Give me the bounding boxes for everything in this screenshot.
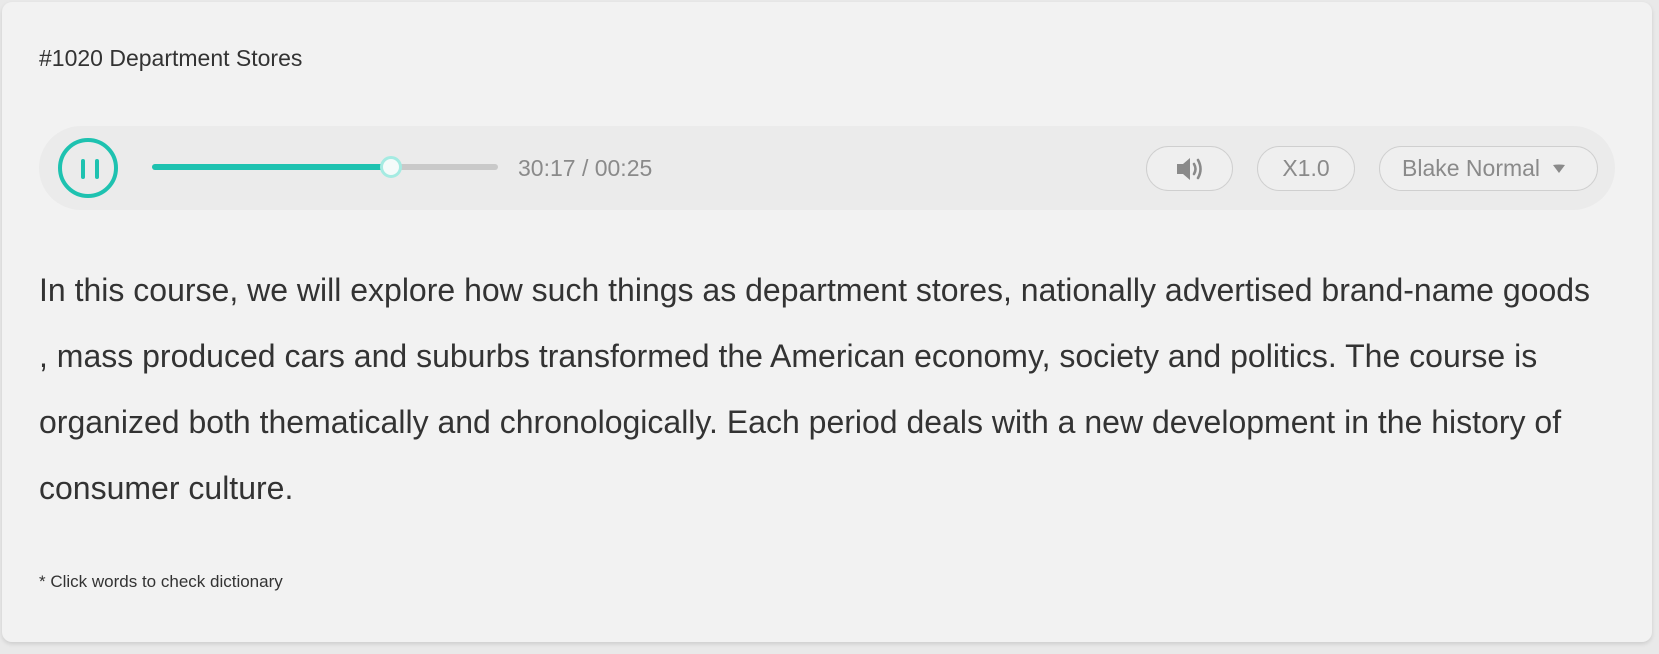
pause-icon (81, 159, 85, 179)
lesson-title: #1020 Department Stores (39, 45, 303, 71)
voice-select[interactable]: Blake Normal (1379, 146, 1598, 191)
voice-label: Blake Normal (1402, 155, 1541, 181)
speed-label: X1.0 (1282, 155, 1330, 181)
caret-down-icon (1553, 164, 1566, 173)
lesson-card: #1020 Department Stores 30:17 / 00:25 X1… (2, 2, 1652, 642)
transcript-line[interactable]: organized both thematically and chronolo… (39, 389, 1619, 455)
time-display: 30:17 / 00:25 (518, 155, 653, 181)
progress-slider[interactable] (152, 156, 498, 178)
transcript: In this course, we will explore how such… (39, 257, 1619, 521)
dictionary-hint: * Click words to check dictionary (39, 572, 283, 591)
speaker-volume-icon (1176, 157, 1202, 180)
progress-fill (152, 164, 391, 170)
volume-button[interactable] (1146, 146, 1233, 191)
pause-button[interactable] (58, 138, 118, 198)
transcript-line[interactable]: , mass produced cars and suburbs transfo… (39, 323, 1619, 389)
progress-thumb[interactable] (379, 156, 402, 178)
audio-player: 30:17 / 00:25 X1.0 Blake Normal (39, 126, 1615, 210)
speed-button[interactable]: X1.0 (1257, 146, 1355, 191)
transcript-line[interactable]: consumer culture. (39, 455, 1619, 521)
transcript-line[interactable]: In this course, we will explore how such… (39, 257, 1619, 323)
